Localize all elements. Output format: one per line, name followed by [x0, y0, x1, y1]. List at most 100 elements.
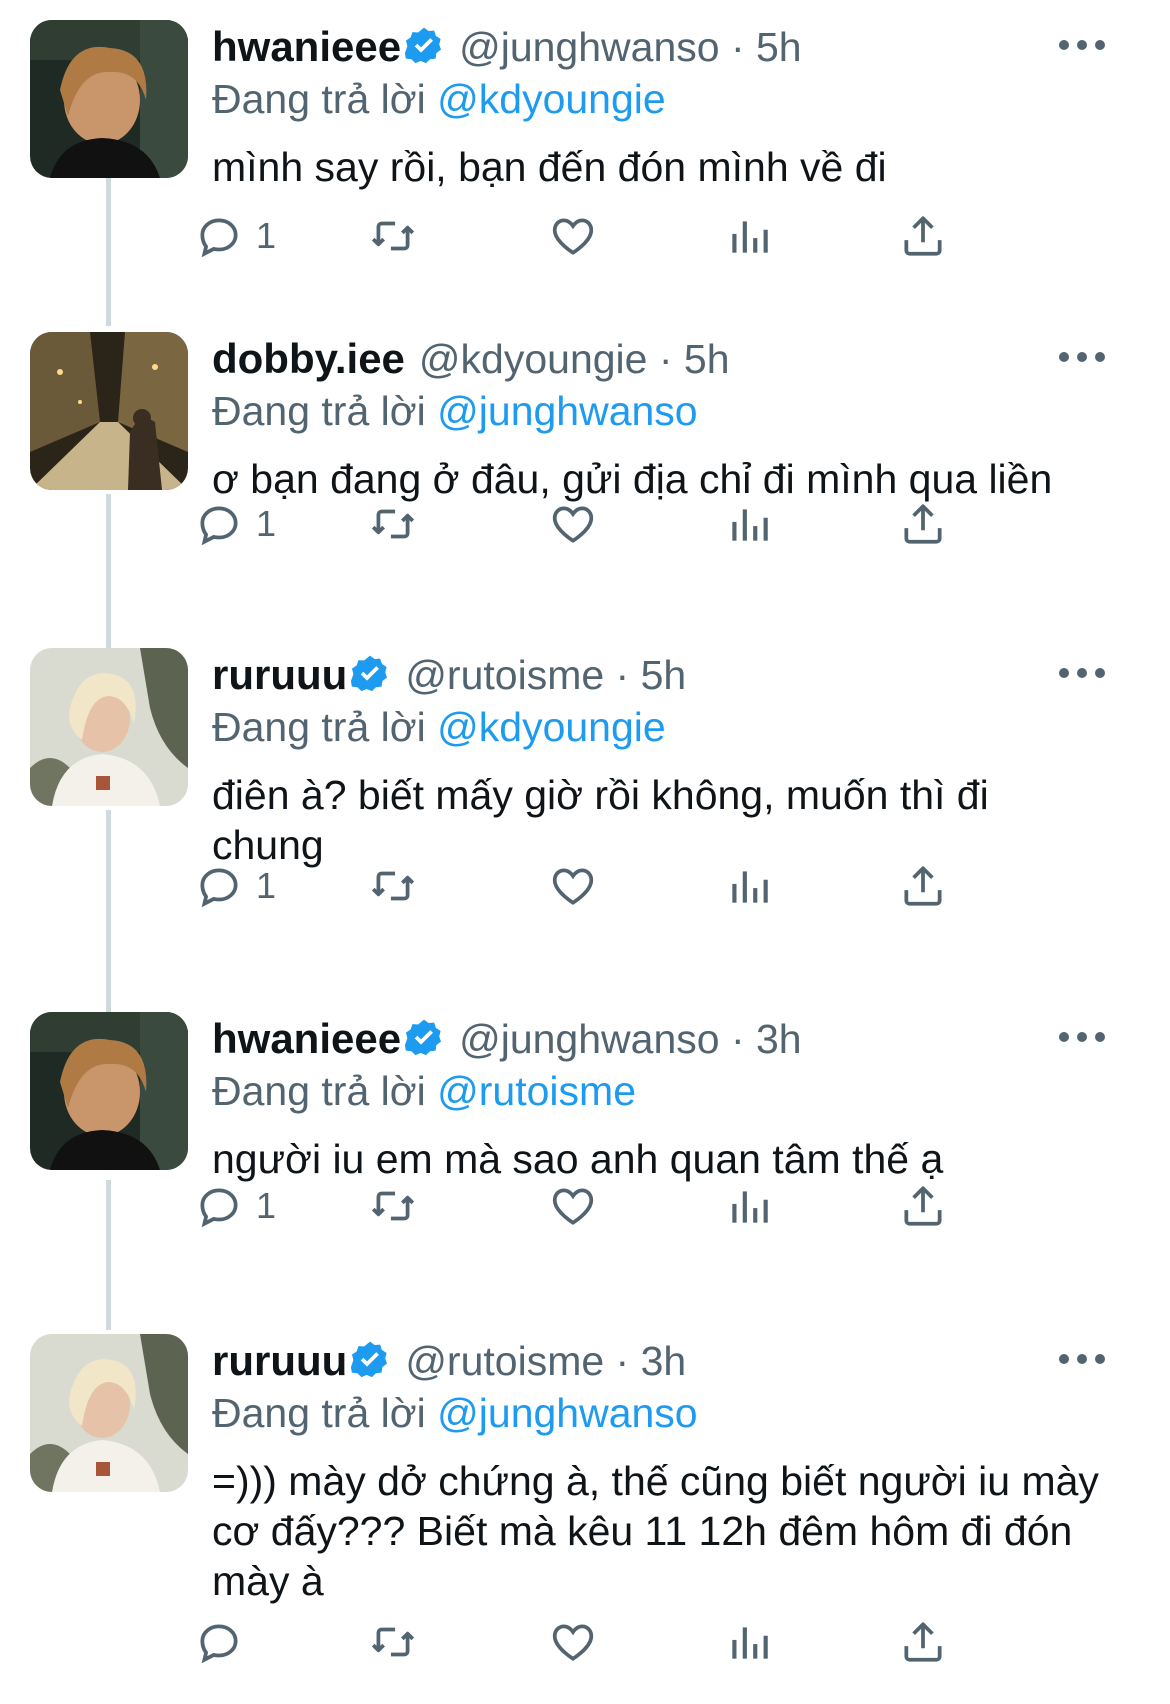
like-icon [552, 868, 594, 905]
display-name[interactable]: dobby.iee [212, 335, 405, 382]
reply-button[interactable] [194, 1612, 256, 1672]
views-icon [732, 1191, 768, 1223]
retweet-icon [371, 221, 415, 251]
more-options-icon[interactable] [1054, 30, 1110, 60]
replying-to-label: Đang trả lời [212, 1390, 426, 1436]
retweet-icon [371, 1191, 415, 1221]
handle[interactable]: @junghwanso [459, 1016, 719, 1062]
tweet-actions: 1 [200, 206, 1052, 266]
reply-mention[interactable]: @kdyoungie [437, 704, 666, 750]
avatar-hwanieee[interactable] [30, 20, 188, 178]
avatar-ruruuu[interactable] [30, 1334, 188, 1492]
avatar-ruruuu[interactable] [30, 648, 188, 806]
like-button[interactable] [548, 856, 598, 916]
replying-to: Đang trả lời @junghwanso [212, 1388, 1110, 1438]
handle[interactable]: @kdyoungie [419, 336, 648, 382]
display-name[interactable]: ruruuu [212, 651, 347, 698]
like-button[interactable] [548, 494, 598, 554]
retweet-icon [371, 509, 415, 539]
thread-line [106, 494, 111, 648]
handle[interactable]: @rutoisme [405, 1338, 604, 1384]
replying-to: Đang trả lời @junghwanso [212, 386, 1110, 436]
more-options-icon[interactable] [1054, 1344, 1110, 1374]
thread-line [106, 1180, 111, 1330]
views-button[interactable] [724, 206, 774, 266]
tweet-actions: 1 [200, 494, 1052, 554]
separator-dot: · [647, 336, 684, 382]
share-icon [904, 504, 942, 544]
reply-icon [200, 868, 238, 908]
share-button[interactable] [898, 856, 948, 916]
reply-count: 1 [256, 503, 277, 544]
reply-button[interactable]: 1 [194, 1176, 276, 1236]
like-button[interactable] [548, 206, 598, 266]
reply-mention[interactable]: @rutoisme [437, 1068, 636, 1114]
tweet-text: =))) mày dở chứng à, thế cũng biết người… [212, 1458, 1099, 1604]
like-icon [552, 506, 594, 543]
retweet-button[interactable] [368, 206, 418, 266]
tweet-header: ruruuu @rutoisme · 3h [212, 1334, 1110, 1388]
reply-mention[interactable]: @kdyoungie [437, 76, 666, 122]
share-button[interactable] [898, 206, 948, 266]
timestamp[interactable]: 5h [756, 24, 802, 70]
like-icon [552, 218, 594, 255]
handle[interactable]: @rutoisme [405, 652, 604, 698]
views-button[interactable] [724, 1612, 774, 1672]
avatar-hwanieee[interactable] [30, 1012, 188, 1170]
views-icon [732, 871, 768, 903]
reply-icon [200, 1624, 238, 1664]
replying-to-label: Đang trả lời [212, 704, 426, 750]
tweet-header: dobby.iee @kdyoungie · 5h [212, 332, 1110, 386]
reply-count: 1 [256, 865, 277, 906]
share-icon [904, 1186, 942, 1226]
retweet-button[interactable] [368, 494, 418, 554]
reply-button[interactable]: 1 [194, 856, 276, 916]
more-options-icon[interactable] [1054, 1022, 1110, 1052]
display-name[interactable]: ruruuu [212, 1337, 347, 1384]
reply-mention[interactable]: @junghwanso [437, 1390, 697, 1436]
reply-button[interactable]: 1 [194, 206, 276, 266]
timestamp[interactable]: 5h [684, 336, 730, 382]
share-button[interactable] [898, 494, 948, 554]
more-options-icon[interactable] [1054, 658, 1110, 688]
separator-dot: · [604, 652, 641, 698]
views-button[interactable] [724, 856, 774, 916]
like-icon [552, 1624, 594, 1661]
replying-to: Đang trả lời @rutoisme [212, 1066, 1110, 1116]
share-button[interactable] [898, 1612, 948, 1672]
separator-dot: · [719, 1016, 756, 1062]
tweet-text: mình say rồi, bạn đến đón mình về đi [212, 144, 887, 190]
verified-badge-icon [349, 1339, 391, 1381]
replying-to-label: Đang trả lời [212, 76, 426, 122]
reply-icon [200, 1188, 238, 1228]
thread-line [106, 810, 111, 1018]
like-button[interactable] [548, 1612, 598, 1672]
like-button[interactable] [548, 1176, 598, 1236]
timestamp[interactable]: 3h [641, 1338, 687, 1384]
handle[interactable]: @junghwanso [459, 24, 719, 70]
display-name[interactable]: hwanieee [212, 23, 401, 70]
retweet-button[interactable] [368, 856, 418, 916]
reply-button[interactable]: 1 [194, 494, 276, 554]
retweet-button[interactable] [368, 1176, 418, 1236]
tweet-text: điên à? biết mấy giờ rồi không, muốn thì… [212, 772, 989, 868]
reply-mention[interactable]: @junghwanso [437, 388, 697, 434]
share-button[interactable] [898, 1176, 948, 1236]
retweet-icon [371, 1627, 415, 1657]
like-icon [552, 1188, 594, 1225]
display-name[interactable]: hwanieee [212, 1015, 401, 1062]
verified-badge-icon [349, 653, 391, 695]
reply-icon [200, 506, 238, 546]
share-icon [904, 216, 942, 256]
timestamp[interactable]: 5h [641, 652, 687, 698]
tweet-actions: 1 [200, 1176, 1052, 1236]
more-options-icon[interactable] [1054, 342, 1110, 372]
views-button[interactable] [724, 494, 774, 554]
avatar-dobby-iee[interactable] [30, 332, 188, 490]
retweet-button[interactable] [368, 1612, 418, 1672]
timestamp[interactable]: 3h [756, 1016, 802, 1062]
reply-count: 1 [256, 1185, 277, 1226]
views-button[interactable] [724, 1176, 774, 1236]
replying-to-label: Đang trả lời [212, 388, 426, 434]
tweet-header: ruruuu @rutoisme · 5h [212, 648, 1110, 702]
